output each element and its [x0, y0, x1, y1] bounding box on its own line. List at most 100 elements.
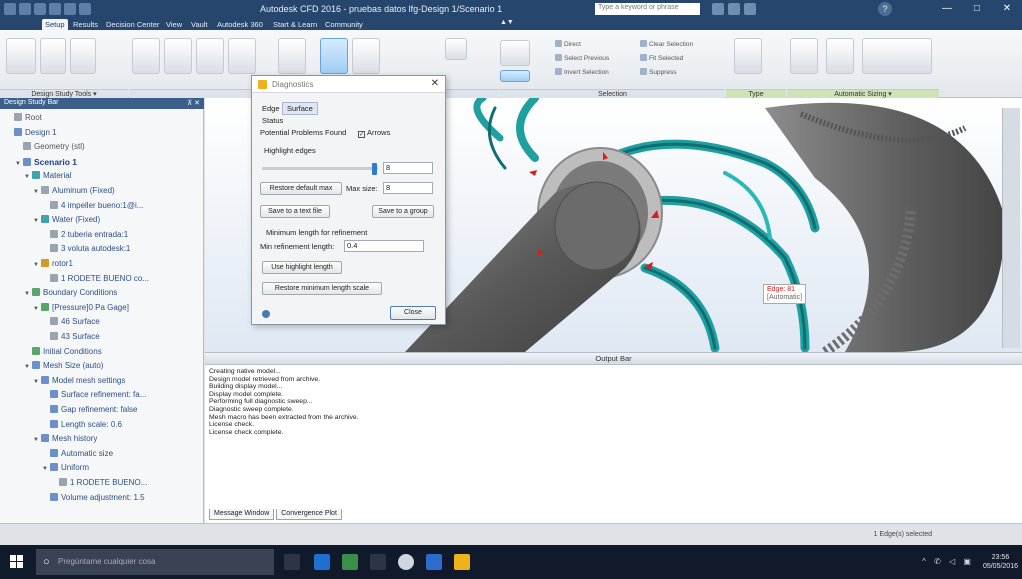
automatic-size-icon[interactable] — [826, 38, 854, 74]
close-button[interactable]: Close — [390, 306, 436, 320]
tree-item[interactable]: 43 Surface — [42, 332, 100, 343]
expand-toggle-icon[interactable]: ▼ — [33, 218, 41, 224]
dialog-close-icon[interactable]: ✕ — [431, 78, 439, 89]
edit-icon[interactable] — [40, 38, 66, 74]
maximize-button[interactable]: □ — [962, 0, 992, 18]
quick-access-toolbar[interactable] — [4, 3, 91, 15]
dialog-titlebar[interactable]: Diagnostics ✕ — [252, 76, 445, 93]
materials-icon[interactable] — [132, 38, 160, 74]
type-icon[interactable] — [734, 38, 762, 74]
volumes-selection-icon[interactable] — [500, 40, 530, 66]
save-icon[interactable] — [49, 3, 61, 15]
motion-icon[interactable] — [278, 38, 306, 74]
tree-item[interactable]: ▼ Scenario 1 — [15, 157, 77, 168]
tree-item[interactable]: Automatic size — [42, 448, 113, 460]
initial-conditions-icon[interactable] — [196, 38, 224, 74]
tree-item[interactable]: Length scale: 0.6 — [42, 419, 122, 431]
edges-selection-button[interactable] — [500, 70, 530, 82]
tree-item[interactable]: ▼ Water (Fixed) — [33, 215, 100, 226]
tab-vault[interactable]: Vault — [188, 19, 211, 30]
pin-close-icon[interactable]: ⊼ ✕ — [187, 99, 200, 107]
star-icon[interactable] — [728, 3, 740, 15]
tree-item[interactable]: 1 RODETE BUENO co... — [42, 273, 149, 285]
tree-item[interactable]: ▼ Model mesh settings — [33, 375, 125, 387]
tab-edge[interactable]: Edge — [258, 103, 284, 114]
user-icon[interactable] — [744, 3, 756, 15]
open-icon[interactable] — [34, 3, 46, 15]
expand-toggle-icon[interactable]: ▼ — [33, 306, 41, 312]
arrows-check-icon[interactable]: ✓ — [358, 131, 365, 138]
tab-autodesk-360[interactable]: Autodesk 360 — [214, 19, 266, 30]
boundary-conditions-icon[interactable] — [164, 38, 192, 74]
save-group-button[interactable]: Save to a group — [372, 205, 434, 218]
expand-toggle-icon[interactable]: ▼ — [33, 437, 41, 443]
tab-convergence-plot[interactable]: Convergence Plot — [276, 509, 342, 520]
clock[interactable]: 23:56 05/05/2016 — [983, 553, 1018, 571]
tree-item[interactable]: ▼ Aluminum (Fixed) — [33, 186, 115, 197]
help-search-input[interactable]: Type a keyword or phrase — [595, 3, 700, 15]
tab-start-learn[interactable]: Start & Learn — [270, 19, 320, 30]
ribbon-expander-icon[interactable]: ▲▼ — [500, 19, 514, 26]
tree-item[interactable]: Gap refinement: false — [42, 405, 137, 416]
tree-item[interactable]: Surface refinement: fa... — [42, 390, 146, 401]
min-refinement-field[interactable]: 0.4 — [344, 240, 424, 252]
tree-item[interactable]: Design 1 — [6, 127, 57, 139]
geometry-tools-icon[interactable] — [445, 38, 467, 60]
app-icon[interactable] — [4, 3, 16, 15]
tree-item[interactable]: Initial Conditions — [24, 346, 102, 358]
tree-item[interactable]: Volume adjustment: 1.5 — [42, 492, 145, 504]
expand-toggle-icon[interactable]: ▼ — [33, 262, 41, 268]
restore-minimum-length-button[interactable]: Restore minimum length scale — [262, 282, 382, 295]
ribbon-suppress[interactable]: Suppress — [640, 68, 676, 76]
tab-message-window[interactable]: Message Window — [209, 509, 275, 520]
design-study-tools-icon[interactable] — [6, 38, 36, 74]
mesh-sizing-icon[interactable] — [228, 38, 256, 74]
spread-icon[interactable] — [790, 38, 818, 74]
refinement-icon[interactable] — [862, 38, 932, 74]
arrows-checkbox[interactable]: ✓ Arrows — [356, 128, 390, 138]
tree-item[interactable]: ▼ [Pressure]0 Pa Gage] — [33, 302, 129, 314]
close-window-button[interactable]: ✕ — [992, 0, 1022, 18]
tree-item[interactable]: ▼ Mesh Size (auto) — [24, 361, 103, 372]
new-icon[interactable] — [19, 3, 31, 15]
ribbon-direct[interactable]: Direct — [555, 40, 581, 48]
tree-item[interactable]: 46 Surface — [42, 317, 100, 328]
ribbon-invert-selection[interactable]: Invert Selection — [555, 68, 609, 76]
save-text-file-button[interactable]: Save to a text file — [260, 205, 330, 218]
expand-toggle-icon[interactable]: ▼ — [42, 466, 50, 472]
tree-item[interactable]: ▼ Uniform — [42, 463, 89, 474]
media-icon[interactable] — [398, 554, 414, 570]
tab-setup[interactable]: Setup — [42, 19, 68, 30]
tab-surface[interactable]: Surface — [282, 102, 318, 115]
tree-item[interactable]: 4 impeller bueno:1@i... — [42, 200, 143, 212]
expand-toggle-icon[interactable]: ▼ — [24, 291, 32, 297]
file-explorer-icon[interactable] — [370, 554, 386, 570]
tree-item[interactable]: 1 RODETE BUENO... — [51, 478, 147, 489]
help-icon[interactable]: ? — [878, 2, 892, 16]
tree-item[interactable]: ▼ Mesh history — [33, 434, 97, 445]
ribbon-fit-selected[interactable]: Fit Selected — [640, 54, 683, 62]
autodesk-cfd-taskbar-icon[interactable] — [454, 554, 470, 570]
expand-toggle-icon[interactable]: ▼ — [33, 189, 41, 195]
tree-item[interactable]: Geometry (stl) — [15, 142, 85, 153]
tab-results[interactable]: Results — [70, 19, 101, 30]
minimize-button[interactable]: — — [932, 0, 962, 18]
design-icon[interactable] — [70, 38, 96, 74]
tree-item[interactable]: ▼ Material — [24, 171, 71, 182]
tab-view[interactable]: View — [163, 19, 185, 30]
tab-community[interactable]: Community — [322, 19, 366, 30]
system-tray[interactable]: ^ ✆ ◁ ▣ — [922, 557, 974, 566]
view-navigation-bar[interactable] — [1002, 108, 1020, 348]
tab-decision-center[interactable]: Decision Center — [103, 19, 162, 30]
expand-toggle-icon[interactable]: ▼ — [24, 174, 32, 180]
diagnostics-icon[interactable] — [320, 38, 348, 74]
use-highlight-length-button[interactable]: Use highlight length — [262, 261, 342, 274]
slider-value-field[interactable]: 8 — [383, 162, 433, 174]
ribbon-clear-selection[interactable]: Clear Selection — [640, 40, 693, 48]
tree-item[interactable]: Root — [6, 113, 42, 124]
highlight-slider-thumb[interactable] — [372, 163, 377, 175]
cortana-search-input[interactable]: Pregúntame cualquier cosa — [36, 549, 274, 575]
tree-item[interactable]: ▼ rotor1 — [33, 259, 73, 270]
restore-default-max-button[interactable]: Restore default max — [260, 182, 342, 195]
ribbon-select-previous[interactable]: Select Previous — [555, 54, 609, 62]
